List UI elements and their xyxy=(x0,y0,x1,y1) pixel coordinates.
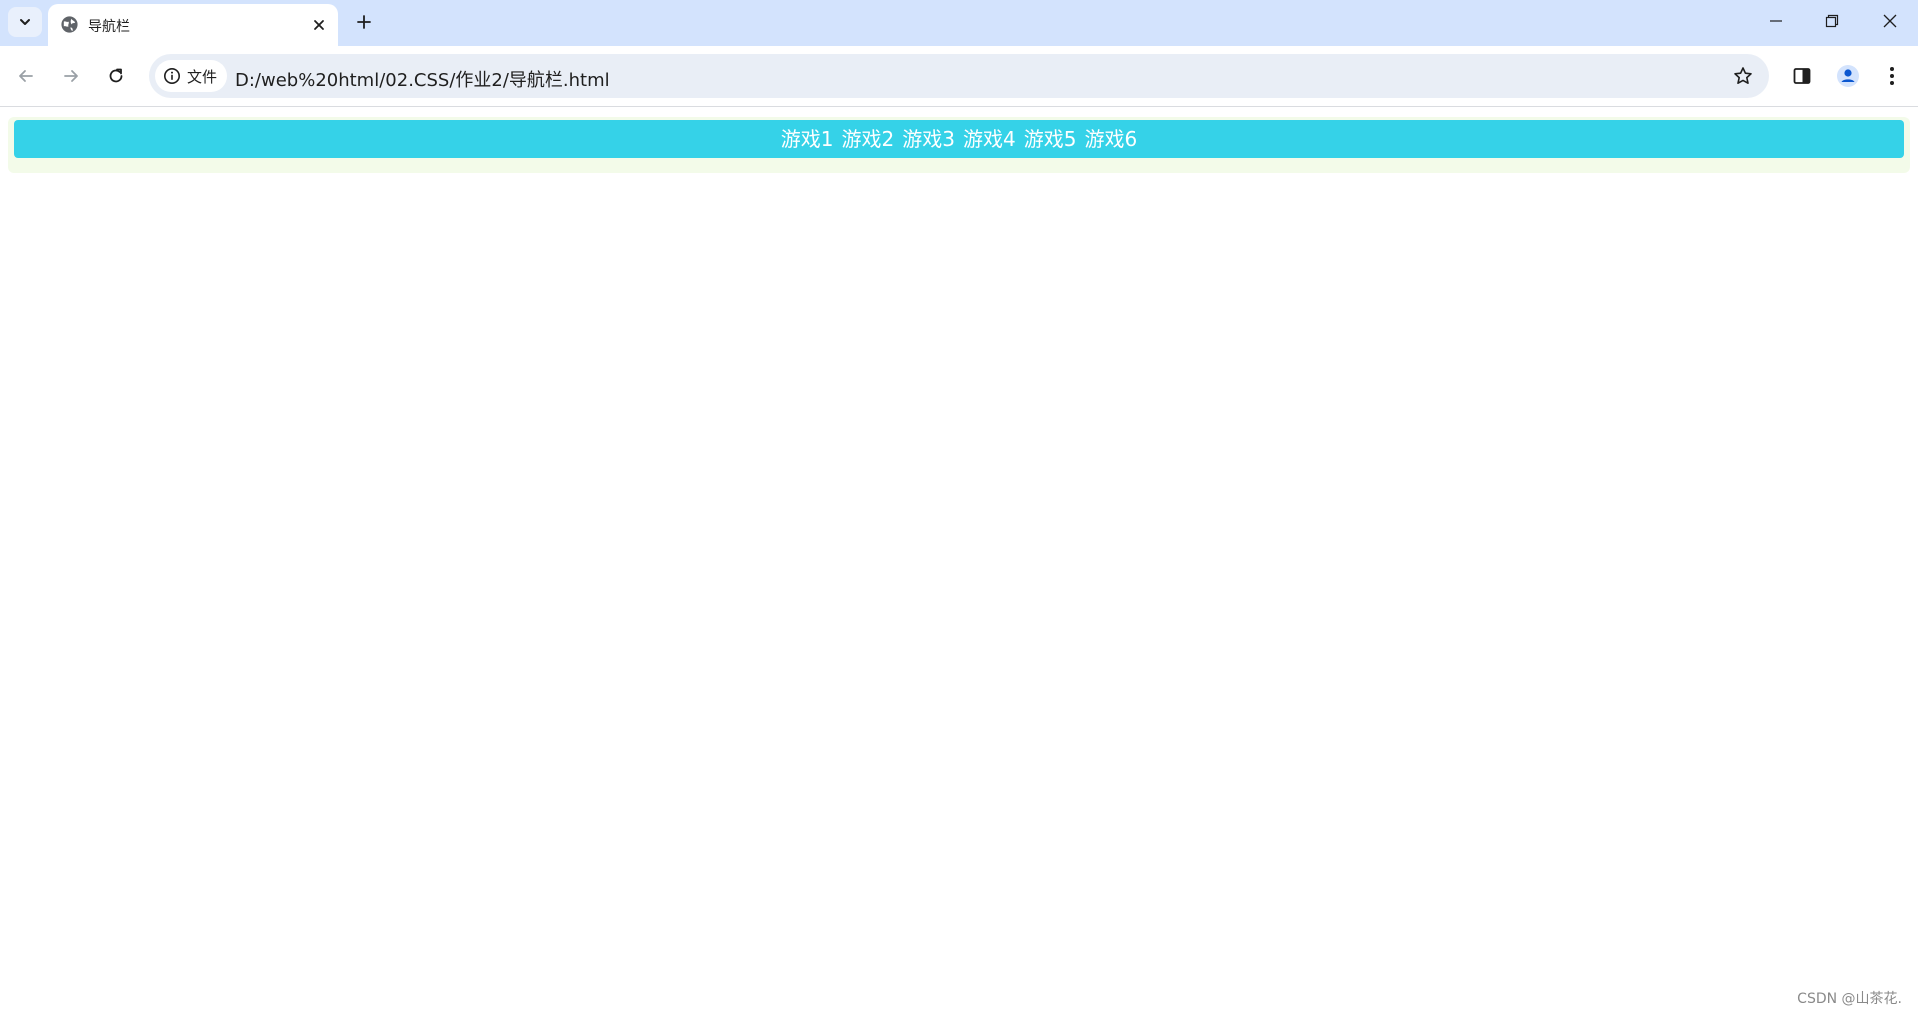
avatar-icon xyxy=(1837,65,1859,87)
minimize-button[interactable] xyxy=(1748,0,1804,42)
nav-link-game4[interactable]: 游戏4 xyxy=(963,120,1016,158)
new-tab-button[interactable] xyxy=(350,8,378,36)
profile-button[interactable] xyxy=(1832,60,1864,92)
close-icon xyxy=(1883,14,1897,28)
arrow-right-icon xyxy=(64,70,78,82)
plus-icon xyxy=(357,15,371,29)
tab-strip: 导航栏 xyxy=(0,0,1918,46)
browser-toolbar: 文件 D:/web%20html/02.CSS/作业2/导航栏.html xyxy=(0,46,1918,107)
more-vertical-icon xyxy=(1890,67,1894,85)
back-button[interactable] xyxy=(10,60,42,92)
watermark: CSDN @山茶花. xyxy=(1797,991,1902,1007)
close-icon xyxy=(314,20,324,30)
reload-icon xyxy=(109,68,123,83)
tab-close-button[interactable] xyxy=(308,14,330,36)
minimize-icon xyxy=(1770,20,1782,22)
nav-link-game3[interactable]: 游戏3 xyxy=(902,120,955,158)
nav-link-game2[interactable]: 游戏2 xyxy=(842,120,895,158)
chevron-down-icon xyxy=(20,19,30,25)
active-tab[interactable]: 导航栏 xyxy=(48,4,338,46)
side-panel-button[interactable] xyxy=(1786,60,1818,92)
window-close-button[interactable] xyxy=(1862,0,1918,42)
site-chip-label: 文件 xyxy=(187,67,218,86)
forward-button[interactable] xyxy=(55,60,87,92)
arrow-left-icon xyxy=(19,70,33,82)
restore-icon xyxy=(1825,14,1839,28)
address-bar[interactable]: 文件 D:/web%20html/02.CSS/作业2/导航栏.html xyxy=(149,54,1769,98)
nav-link-game1[interactable]: 游戏1 xyxy=(781,120,834,158)
info-icon xyxy=(164,68,180,84)
page-viewport: 游戏1 游戏2 游戏3 游戏4 游戏5 游戏6 CSDN @山茶花. xyxy=(0,107,1918,1016)
star-icon xyxy=(1734,67,1752,84)
navigation-bar: 游戏1 游戏2 游戏3 游戏4 游戏5 游戏6 xyxy=(14,120,1904,158)
restore-button[interactable] xyxy=(1804,0,1860,42)
globe-icon xyxy=(61,16,78,33)
tab-title: 导航栏 xyxy=(88,19,130,35)
nav-link-game6[interactable]: 游戏6 xyxy=(1084,120,1137,158)
side-panel-icon xyxy=(1793,68,1811,84)
url-text[interactable]: D:/web%20html/02.CSS/作业2/导航栏.html xyxy=(235,66,610,92)
nav-container: 游戏1 游戏2 游戏3 游戏4 游戏5 游戏6 xyxy=(8,117,1910,173)
bookmark-button[interactable] xyxy=(1731,64,1755,88)
tab-search-button[interactable] xyxy=(8,7,42,37)
nav-link-game5[interactable]: 游戏5 xyxy=(1024,120,1077,158)
browser-menu-button[interactable] xyxy=(1876,60,1908,92)
site-info-chip[interactable]: 文件 xyxy=(155,60,228,92)
reload-button[interactable] xyxy=(100,60,132,92)
